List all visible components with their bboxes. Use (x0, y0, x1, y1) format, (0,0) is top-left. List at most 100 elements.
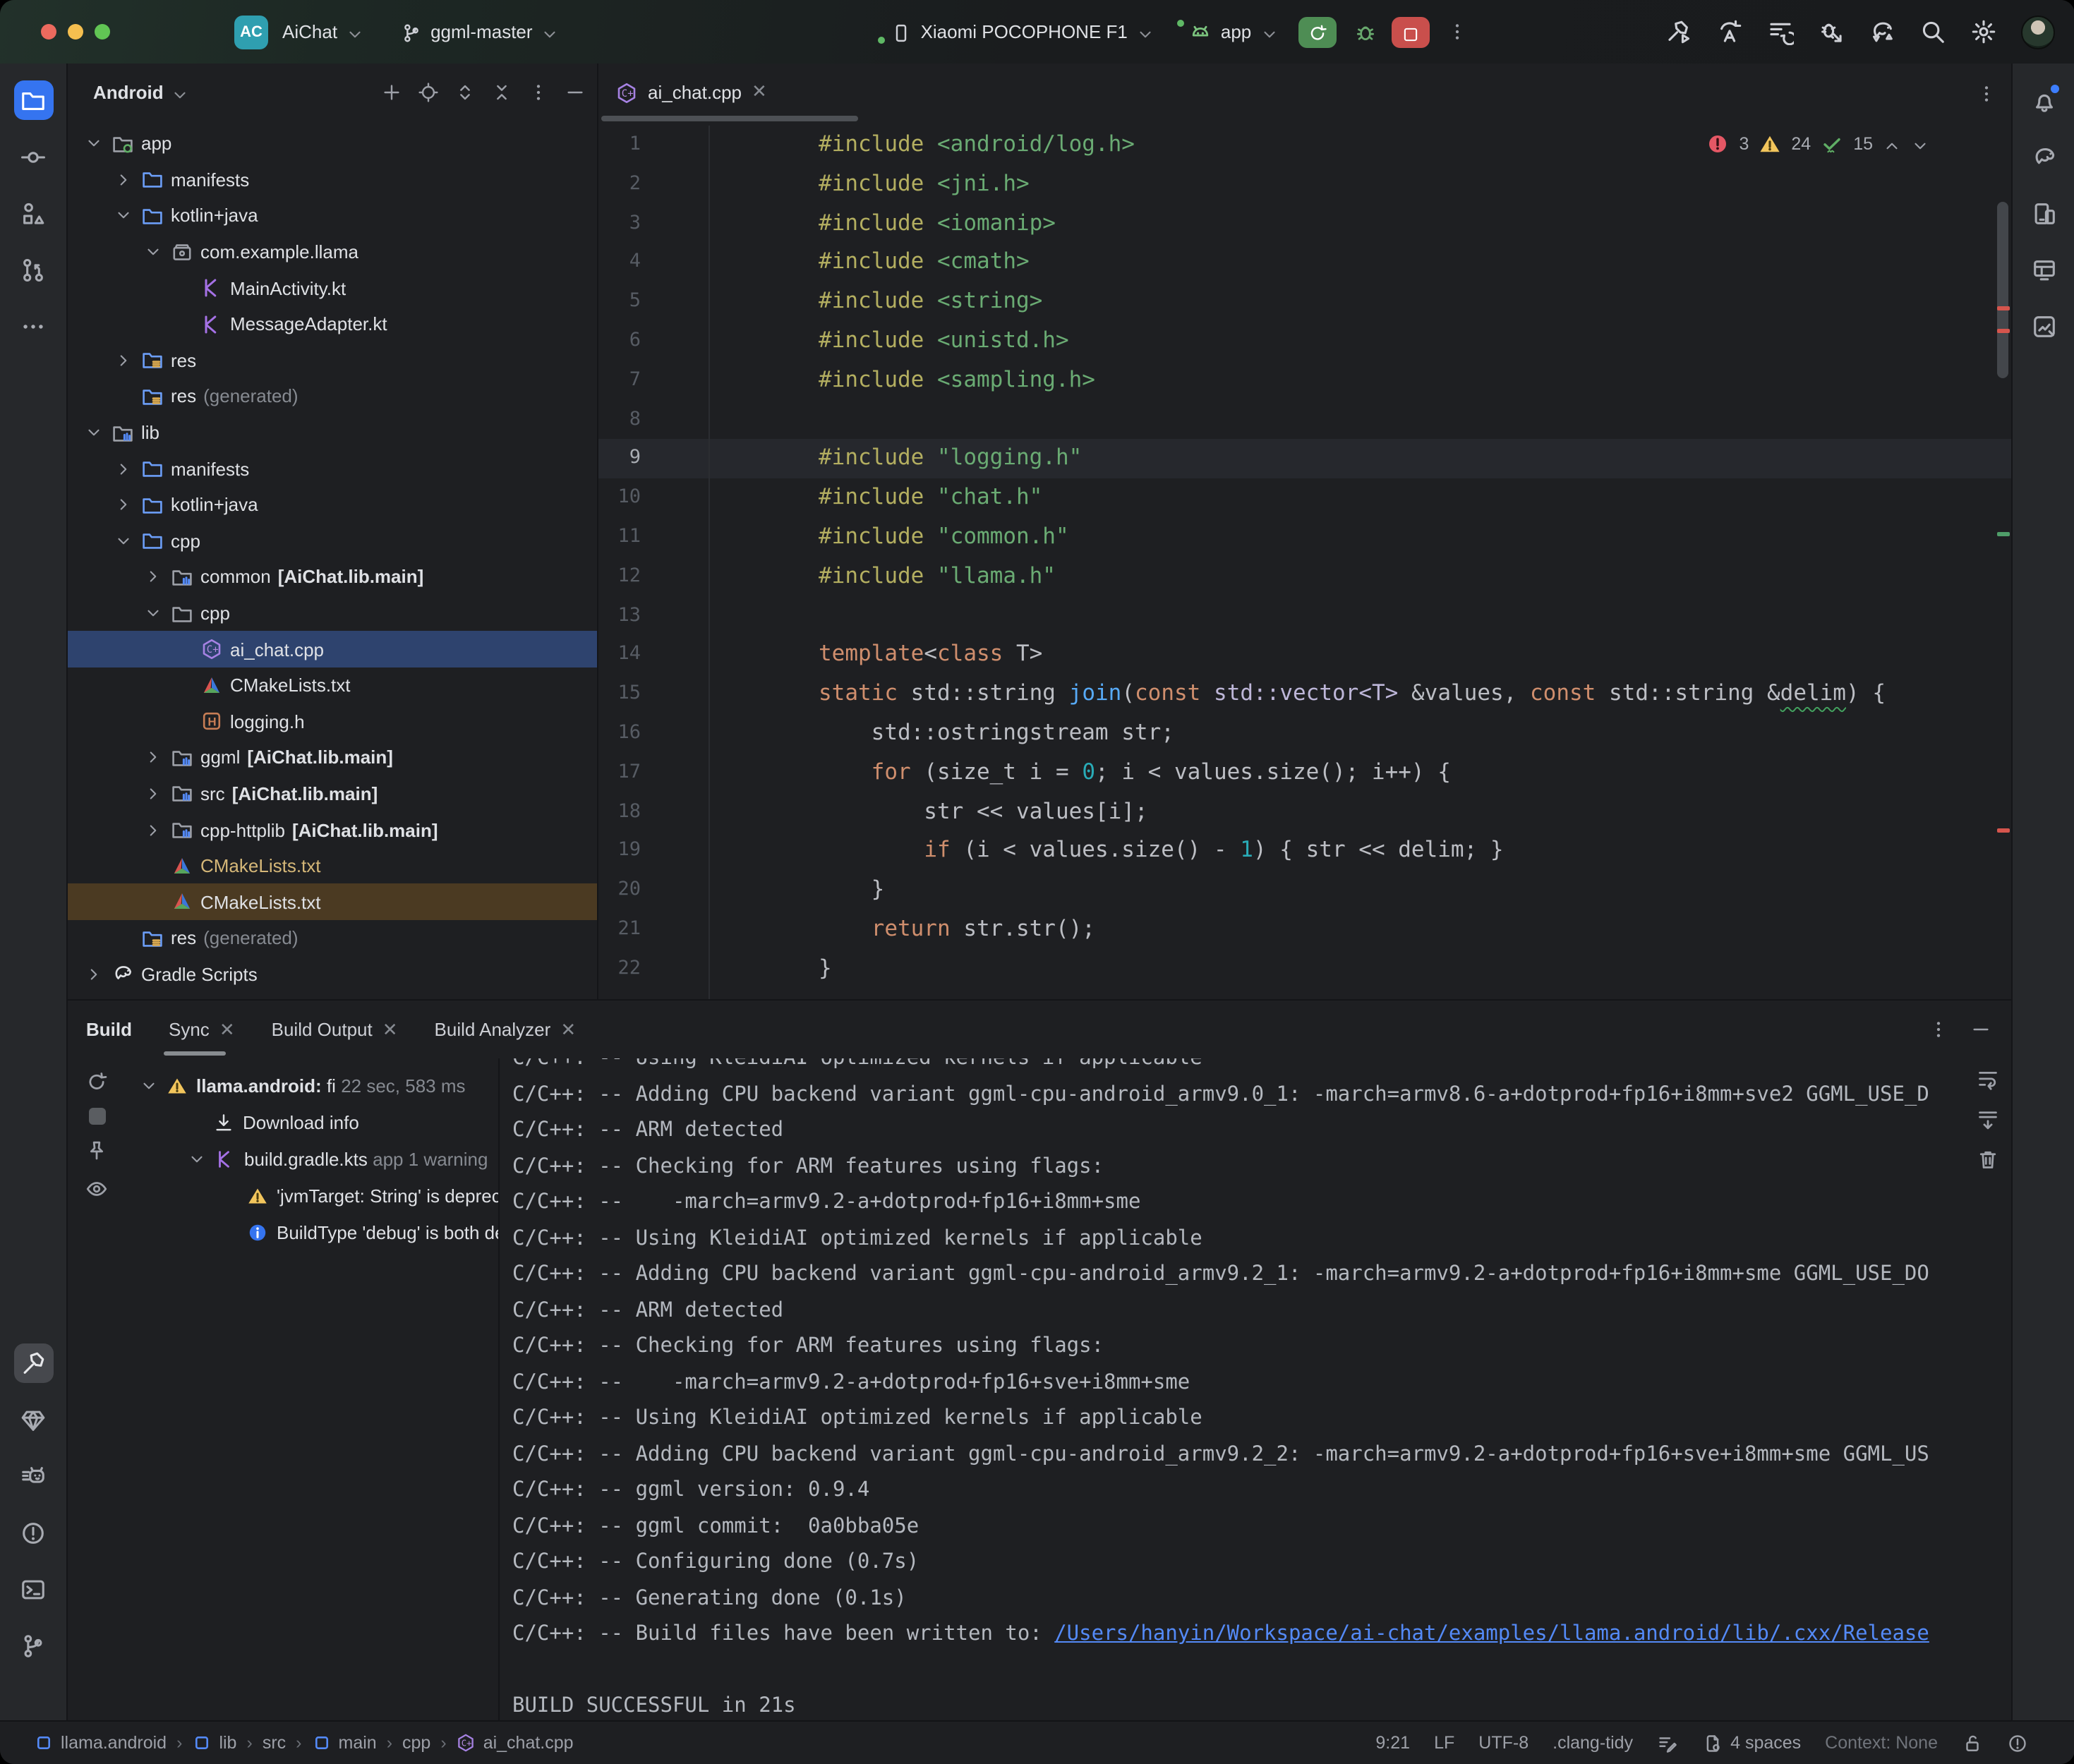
tree-item-src[interactable]: src [AiChat.lib.main] (68, 775, 597, 811)
inspections-widget[interactable]: 3 24 15 (1706, 133, 1929, 155)
build-panel-title[interactable]: Build (86, 1020, 132, 1041)
tool-window-button-problems[interactable] (13, 1513, 53, 1552)
tree-item-gradle-scripts[interactable]: Gradle Scripts (68, 956, 597, 992)
hide-button[interactable] (565, 81, 586, 102)
code-line-23[interactable]: 23 (598, 989, 2011, 1000)
breadcrumb-item[interactable]: llama.android (34, 1733, 167, 1753)
settings-gear-button[interactable] (1970, 18, 1997, 45)
vcs-branch-widget[interactable]: ggml-master (401, 21, 560, 42)
rerun-sync-button[interactable] (85, 1070, 109, 1094)
tree-item-manifests[interactable]: manifests (68, 162, 597, 198)
tool-window-button-notifications-bell[interactable] (2024, 80, 2063, 120)
tool-window-button-gemini-diamond[interactable] (13, 1400, 53, 1439)
project-selector[interactable]: AiChat (282, 21, 364, 42)
code-line-9[interactable]: 9#include "logging.h" (598, 440, 2011, 479)
status-widget-utf-8[interactable]: UTF-8 (1478, 1733, 1529, 1753)
tool-window-button-device-explorer[interactable] (2024, 193, 2063, 233)
build-tree-item[interactable]: build.gradle.kts app 1 warning (126, 1141, 498, 1178)
breadcrumb-item[interactable]: C+ai_chat.cpp (457, 1733, 574, 1753)
build-tab-sync[interactable]: Sync✕ (169, 1001, 235, 1059)
device-selector[interactable]: Xiaomi POCOPHONE F1 (891, 21, 1154, 42)
editor-scrollbar[interactable] (1993, 120, 2011, 1000)
close-tab-icon[interactable]: ✕ (560, 1019, 576, 1041)
code-line-13[interactable]: 13 (598, 596, 2011, 636)
tree-item-mainactivity-kt[interactable]: MainActivity.kt (68, 270, 597, 306)
tree-item-res[interactable]: res (68, 342, 597, 378)
tree-item-kotlin-java[interactable]: kotlin+java (68, 487, 597, 523)
status-widget[interactable] (1657, 1732, 1678, 1753)
soft-wrap-button[interactable] (1976, 1069, 2000, 1093)
code-line-4[interactable]: 4#include <cmath> (598, 243, 2011, 283)
tree-item-messageadapter-kt[interactable]: MessageAdapter.kt (68, 306, 597, 342)
close-tab-icon[interactable]: ✕ (752, 80, 767, 103)
tree-item-common[interactable]: common [AiChat.lib.main] (68, 559, 597, 595)
code-line-5[interactable]: 5#include <string> (598, 282, 2011, 322)
code-line-12[interactable]: 12#include "llama.h" (598, 557, 2011, 597)
more-vertical-button[interactable] (1928, 1020, 1949, 1041)
code-line-21[interactable]: 21 return str.str(); (598, 910, 2011, 950)
status-widget-4-spaces[interactable]: 4 spaces (1702, 1732, 1801, 1753)
tree-item-logging-h[interactable]: Hlogging.h (68, 703, 597, 739)
run-more-options-button[interactable] (1446, 19, 1467, 44)
code-line-11[interactable]: 11#include "common.h" (598, 518, 2011, 557)
build-tab-build-output[interactable]: Build Output✕ (272, 1001, 398, 1059)
build-tab-build-analyzer[interactable]: Build Analyzer✕ (435, 1001, 577, 1059)
tool-window-button-pull-requests[interactable] (13, 250, 53, 289)
editor-tab-ai-chat-cpp[interactable]: C+ ai_chat.cpp ✕ (598, 64, 784, 120)
code-line-20[interactable]: 20 } (598, 871, 2011, 910)
code-line-10[interactable]: 10#include "chat.h" (598, 478, 2011, 518)
build-tree-item[interactable]: BuildType 'debug' is both de (126, 1214, 498, 1251)
status-widget--clang-tidy[interactable]: .clang-tidy (1553, 1733, 1633, 1753)
pin-button[interactable] (85, 1140, 109, 1164)
tree-item-com-example-llama[interactable]: com.example.llama (68, 234, 597, 270)
tree-item-cmakelists-txt[interactable]: CMakeLists.txt (68, 884, 597, 920)
close-tab-icon[interactable]: ✕ (219, 1019, 235, 1041)
user-avatar[interactable] (2021, 15, 2055, 49)
code-line-19[interactable]: 19 if (i < values.size() - 1) { str << d… (598, 832, 2011, 871)
tool-window-button-build-hammer[interactable] (13, 1343, 53, 1383)
collapse-all-button[interactable] (491, 81, 512, 102)
tree-item-ggml[interactable]: ggml [AiChat.lib.main] (68, 739, 597, 775)
tree-item-lib[interactable]: lib (68, 415, 597, 451)
tool-window-button-more-horizontal[interactable] (13, 306, 53, 346)
code-line-17[interactable]: 17 for (size_t i = 0; i < values.size();… (598, 754, 2011, 793)
tree-item-cpp-httplib[interactable]: cpp-httplib [AiChat.lib.main] (68, 812, 597, 848)
scrollbar-thumb[interactable] (1997, 202, 2008, 378)
tool-window-button-logcat-cat[interactable] (13, 1456, 53, 1496)
build-tree-item[interactable]: Download info (126, 1104, 498, 1141)
attach-debugger-button[interactable] (1818, 18, 1845, 45)
window-controls[interactable] (41, 24, 110, 40)
tree-item-kotlin-java[interactable]: kotlin+java (68, 198, 597, 234)
code-area[interactable]: 3 24 15 1#include <android/log.h>2#inclu… (598, 120, 2011, 1000)
close-tab-icon[interactable]: ✕ (382, 1019, 398, 1041)
clear-trash-button[interactable] (1976, 1148, 2000, 1172)
code-line-18[interactable]: 18 str << values[i]; (598, 792, 2011, 832)
build-console[interactable]: C/C++: -- Using KleidiAI optimized kerne… (498, 1059, 2011, 1722)
tool-window-button-gradle-elephant[interactable] (2024, 137, 2063, 176)
search-button[interactable] (1919, 18, 1946, 45)
status-widget[interactable] (2007, 1732, 2028, 1753)
stop-button[interactable] (1391, 16, 1429, 47)
build-tree-item[interactable]: 'jvmTarget: String' is deprec (126, 1178, 498, 1214)
stop-square-button[interactable] (88, 1108, 105, 1125)
tool-window-button-structure[interactable] (13, 193, 53, 233)
tree-item-manifests[interactable]: manifests (68, 451, 597, 487)
scroll-to-end-button[interactable] (1976, 1108, 2000, 1132)
tool-window-button-commit[interactable] (13, 137, 53, 176)
status-widget-context-none[interactable]: Context: None (1825, 1733, 1938, 1753)
zoom-window-button[interactable] (95, 24, 110, 40)
code-line-14[interactable]: 14template<class T> (598, 636, 2011, 675)
status-widget-lf[interactable]: LF (1434, 1733, 1454, 1753)
tree-item-res[interactable]: res (generated) (68, 920, 597, 956)
apply-changes-button[interactable] (1716, 18, 1743, 45)
add-button[interactable] (381, 81, 402, 102)
code-line-3[interactable]: 3#include <iomanip> (598, 204, 2011, 243)
tool-window-button-git-branch[interactable] (13, 1626, 53, 1665)
minimize-window-button[interactable] (68, 24, 83, 40)
tree-item-cmakelists-txt[interactable]: CMakeLists.txt (68, 667, 597, 703)
breadcrumb-item[interactable]: main (312, 1733, 377, 1753)
more-vertical-button[interactable] (528, 81, 549, 102)
code-line-7[interactable]: 7#include <sampling.h> (598, 361, 2011, 401)
breadcrumb-item[interactable]: src (263, 1733, 286, 1753)
tree-item-ai-chat-cpp[interactable]: C+ai_chat.cpp (68, 632, 597, 667)
